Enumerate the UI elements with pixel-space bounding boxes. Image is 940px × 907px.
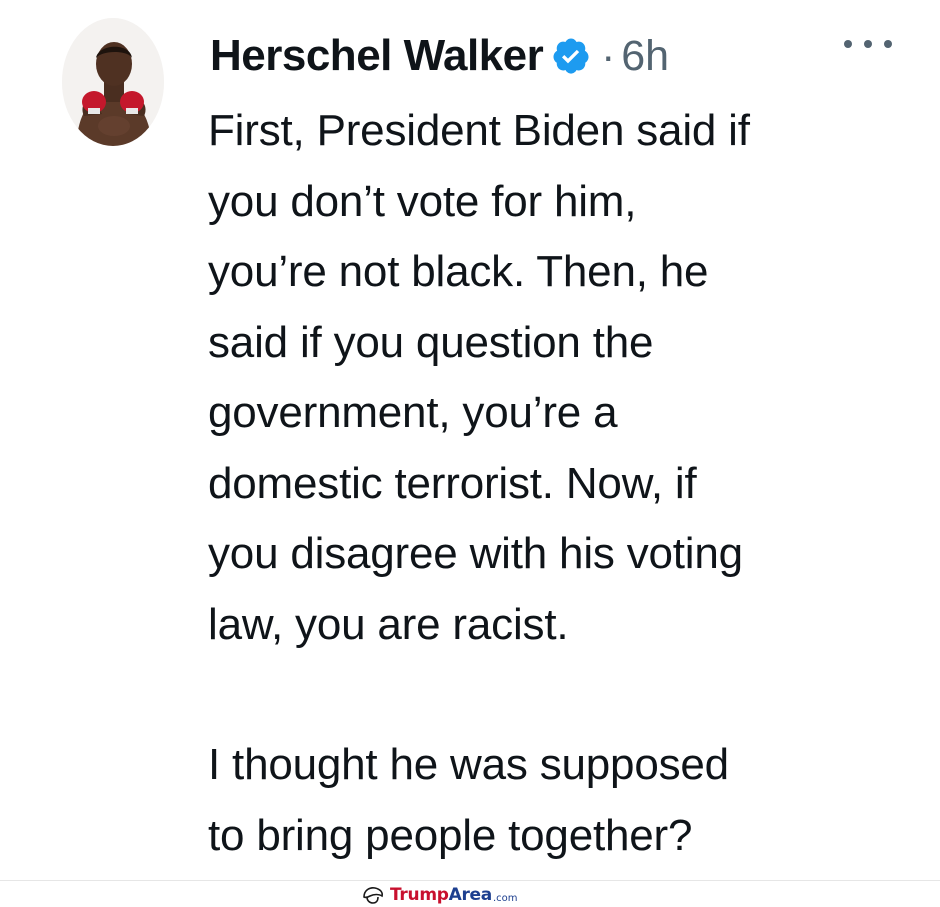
paragraph-break xyxy=(208,660,918,730)
tweet-text-line: to bring people together? xyxy=(208,810,693,860)
timestamp[interactable]: 6h xyxy=(621,32,669,81)
tweet-text-line: you’re not black. Then, he xyxy=(208,247,709,296)
boxer-photo xyxy=(62,18,164,146)
more-dot xyxy=(884,40,892,48)
tweet-text-line: you disagree with his voting xyxy=(208,529,743,578)
tweet-text-line: you don’t vote for him, xyxy=(208,176,637,226)
tweet-header: Herschel Walker · 6h xyxy=(210,28,669,84)
verified-badge-icon xyxy=(551,36,591,76)
tweet-card[interactable]: Herschel Walker · 6h First, President Bi… xyxy=(0,0,940,880)
watermark-logo: Trump Area .com xyxy=(362,884,518,906)
avatar[interactable] xyxy=(62,18,164,146)
more-dot xyxy=(844,40,852,48)
tweet-text-line: First, President Biden said if xyxy=(208,106,750,155)
tweet-text-line: government, you’re a xyxy=(208,388,618,437)
trump-hair-icon xyxy=(363,887,383,904)
watermark-text-com: .com xyxy=(492,892,518,904)
watermark-bar: Trump Area .com xyxy=(0,880,940,907)
tweet-text-line: law, you are racist. xyxy=(208,599,569,649)
tweet-text-line: said if you question the xyxy=(208,317,654,367)
header-separator: · xyxy=(601,32,616,79)
more-options-icon[interactable] xyxy=(844,34,892,54)
display-name[interactable]: Herschel Walker xyxy=(210,31,544,81)
tweet-text: First, President Biden said if you don’t… xyxy=(208,96,918,871)
watermark-text-trump: Trump xyxy=(390,885,449,905)
tweet-text-line: I thought he was supposed xyxy=(208,740,729,789)
more-dot xyxy=(864,40,872,48)
watermark-text-area: Area xyxy=(448,885,493,905)
tweet-text-line: domestic terrorist. Now, if xyxy=(208,458,697,508)
